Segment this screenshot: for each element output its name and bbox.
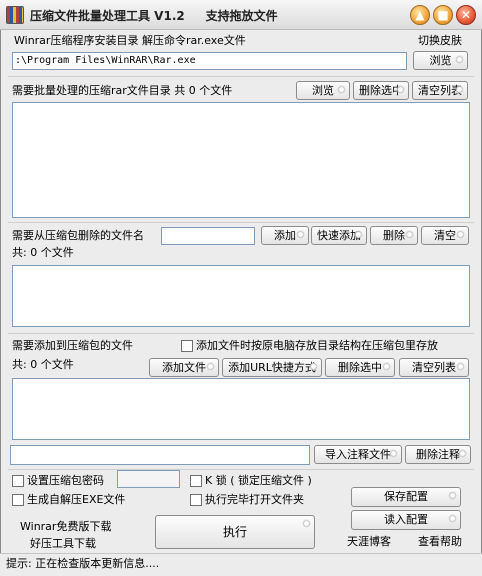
remove-clear-button[interactable]: 清空: [421, 226, 469, 245]
remove-quick-add-button[interactable]: 快速添加: [311, 226, 367, 245]
section-divider: [8, 469, 474, 470]
batch-file-list[interactable]: [12, 102, 470, 218]
close-icon[interactable]: ✕: [456, 5, 476, 25]
minimize-icon[interactable]: ▲: [410, 5, 430, 25]
open-folder-checkbox[interactable]: [190, 494, 202, 506]
section-divider: [8, 222, 474, 223]
remove-files-label: 需要从压缩包删除的文件名: [12, 229, 144, 242]
load-config-button[interactable]: 读入配置: [351, 510, 461, 530]
lock-archive-label: K 锁 ( 锁定压缩文件 ): [205, 474, 312, 487]
window-title: 压缩文件批量处理工具 V1.2 支持拖放文件: [30, 9, 278, 23]
rar-path-value: :\Program Files\WinRAR\Rar.exe: [15, 55, 196, 66]
lock-archive-checkbox[interactable]: [190, 475, 202, 487]
add-file-button[interactable]: 添加文件: [149, 358, 219, 377]
save-config-button[interactable]: 保存配置: [351, 487, 461, 507]
browse-rar-button[interactable]: 浏览: [413, 51, 468, 70]
keep-structure-checkbox[interactable]: [181, 340, 193, 352]
import-comment-button[interactable]: 导入注释文件: [314, 445, 402, 464]
add-count-label: 共: 0 个文件: [12, 358, 74, 371]
delete-comment-button[interactable]: 删除注释: [405, 445, 471, 464]
winrar-download-link[interactable]: Winrar免费版下载: [20, 520, 111, 534]
sfx-exe-label: 生成自解压EXE文件: [27, 493, 126, 506]
rar-path-field[interactable]: :\Program Files\WinRAR\Rar.exe: [12, 52, 407, 70]
section-divider: [8, 76, 474, 77]
add-clear-list-button[interactable]: 清空列表: [399, 358, 469, 377]
comment-input[interactable]: [10, 445, 310, 465]
sfx-exe-checkbox[interactable]: [12, 494, 24, 506]
remove-delete-button[interactable]: 删除: [370, 226, 418, 245]
password-checkbox[interactable]: [12, 475, 24, 487]
add-files-label: 需要添加到压缩包的文件: [12, 339, 133, 352]
help-link[interactable]: 查看帮助: [418, 535, 462, 549]
maximize-icon[interactable]: ■: [433, 5, 453, 25]
batch-clear-list-button[interactable]: 清空列表: [412, 81, 468, 100]
password-input[interactable]: [117, 470, 180, 488]
remove-filename-input[interactable]: [161, 227, 255, 245]
add-delete-selected-button[interactable]: 删除选中: [325, 358, 395, 377]
status-text: 提示: 正在检查版本更新信息....: [6, 557, 160, 570]
tools-download-link[interactable]: 好压工具下载: [30, 537, 96, 551]
keep-structure-label: 添加文件时按原电脑存放目录结构在压缩包里存放: [196, 339, 438, 352]
switch-skin-link[interactable]: 切换皮肤: [418, 34, 462, 48]
winrar-app-icon: [6, 6, 24, 24]
add-file-list[interactable]: [12, 378, 470, 440]
blog-link[interactable]: 天涯博客: [347, 535, 391, 549]
add-url-shortcut-button[interactable]: 添加URL快捷方式: [222, 358, 322, 377]
password-label: 设置压缩包密码: [27, 474, 104, 487]
install-dir-label: Winrar压缩程序安装目录 解压命令rar.exe文件: [14, 34, 246, 47]
batch-browse-button[interactable]: 浏览: [296, 81, 350, 100]
batch-dir-label: 需要批量处理的压缩rar文件目录 共 0 个文件: [12, 84, 233, 97]
remove-file-list[interactable]: [12, 265, 470, 327]
open-folder-label: 执行完毕打开文件夹: [205, 493, 304, 506]
remove-add-button[interactable]: 添加: [261, 226, 309, 245]
remove-count-label: 共: 0 个文件: [12, 246, 74, 259]
batch-delete-selected-button[interactable]: 删除选中: [353, 81, 409, 100]
execute-button[interactable]: 执行: [155, 515, 315, 549]
section-divider: [8, 333, 474, 334]
